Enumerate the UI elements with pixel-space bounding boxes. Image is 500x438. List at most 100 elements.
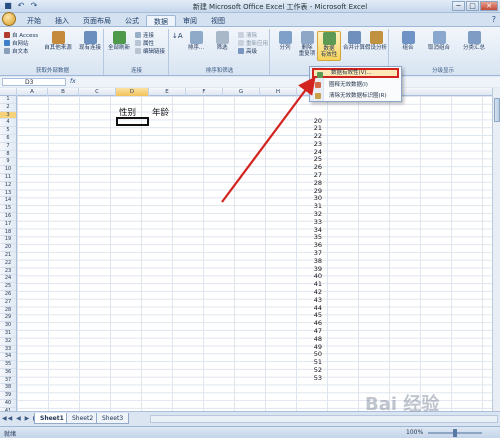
column-header[interactable]: E: [149, 88, 186, 96]
row-header[interactable]: 28: [0, 307, 16, 315]
column-header[interactable]: G: [223, 88, 260, 96]
row-header[interactable]: 22: [0, 260, 16, 268]
group-button[interactable]: 组合: [396, 31, 420, 51]
tab-review[interactable]: 审阅: [176, 15, 204, 26]
tab-formulas[interactable]: 公式: [118, 15, 146, 26]
row-header[interactable]: 4: [0, 119, 16, 128]
column-header-selected[interactable]: D: [116, 88, 149, 96]
active-cell-d3[interactable]: [116, 117, 149, 126]
sheet-tab-2[interactable]: Sheet2: [66, 413, 100, 424]
minimize-button[interactable]: ─: [452, 1, 465, 11]
tab-page-layout[interactable]: 页面布局: [76, 15, 118, 26]
sort-az-icon[interactable]: ↓A: [172, 32, 183, 40]
zoom-level[interactable]: 100%: [406, 429, 423, 436]
cell-grid[interactable]: [17, 96, 492, 411]
row-header[interactable]: 31: [0, 330, 16, 338]
row-header[interactable]: 39: [0, 392, 16, 401]
scroll-thumb[interactable]: [494, 98, 500, 122]
row-header[interactable]: 5: [0, 127, 16, 135]
row-header[interactable]: 29: [0, 314, 16, 323]
menu-item-circle-invalid[interactable]: 圈释无效数据(I): [312, 80, 399, 90]
clear-button[interactable]: 清除: [238, 31, 257, 39]
sort-button[interactable]: 排序...: [184, 31, 208, 51]
row-header[interactable]: 37: [0, 377, 16, 385]
column-header[interactable]: H: [260, 88, 297, 96]
horizontal-scrollbar[interactable]: [150, 415, 498, 423]
sheet-tab-1[interactable]: Sheet1: [34, 413, 70, 424]
row-header[interactable]: 40: [0, 400, 16, 408]
row-header[interactable]: 38: [0, 384, 16, 393]
row-header[interactable]: 11: [0, 174, 16, 182]
name-box[interactable]: D3: [2, 78, 66, 86]
tab-data[interactable]: 数据: [146, 15, 176, 26]
properties-button[interactable]: 属性: [135, 39, 154, 47]
row-header[interactable]: 25: [0, 283, 16, 291]
row-header[interactable]: 3: [0, 111, 16, 120]
zoom-knob[interactable]: [453, 429, 457, 437]
row-header[interactable]: 20: [0, 244, 16, 252]
help-icon[interactable]: ?: [492, 15, 496, 24]
row-header[interactable]: 36: [0, 369, 16, 377]
row-header[interactable]: 32: [0, 338, 16, 346]
sheet-tab-3[interactable]: Sheet3: [96, 413, 130, 424]
select-all-corner[interactable]: [0, 88, 17, 96]
close-button[interactable]: ✕: [480, 1, 498, 11]
row-header[interactable]: 34: [0, 353, 16, 362]
row-header[interactable]: 7: [0, 143, 16, 151]
reapply-button[interactable]: 重新应用: [238, 39, 268, 47]
row-header[interactable]: 12: [0, 182, 16, 190]
refresh-all-button[interactable]: 全部刷新: [107, 31, 131, 51]
row-header[interactable]: 17: [0, 221, 16, 229]
row-header[interactable]: 35: [0, 361, 16, 369]
row-header[interactable]: 6: [0, 135, 16, 143]
row-header[interactable]: 23: [0, 268, 16, 276]
cell-e2[interactable]: 年龄: [152, 106, 169, 118]
tab-home[interactable]: 开始: [20, 15, 48, 26]
existing-connections-button[interactable]: 现有连接: [78, 31, 102, 51]
from-access-button[interactable]: 自 Access: [4, 31, 38, 39]
advanced-button[interactable]: 高级: [238, 47, 257, 55]
row-header[interactable]: 33: [0, 346, 16, 354]
undo-icon[interactable]: ↶: [16, 1, 26, 11]
column-header[interactable]: F: [186, 88, 223, 96]
row-header[interactable]: 15: [0, 205, 16, 213]
column-header[interactable]: A: [17, 88, 48, 96]
row-header[interactable]: 26: [0, 291, 16, 299]
row-header[interactable]: 14: [0, 197, 16, 206]
from-text-button[interactable]: 自文本: [4, 47, 29, 55]
edit-links-button[interactable]: 编辑链接: [135, 47, 165, 55]
row-header[interactable]: 30: [0, 322, 16, 330]
cell-i-value[interactable]: 53: [296, 374, 322, 383]
row-header[interactable]: 2: [0, 104, 16, 112]
column-header[interactable]: C: [79, 88, 116, 96]
from-other-sources-button[interactable]: 自其他来源: [40, 31, 76, 51]
office-button[interactable]: [2, 12, 16, 26]
ungroup-button[interactable]: 取消组合: [424, 31, 454, 51]
subtotal-button[interactable]: 分类汇总: [458, 31, 490, 51]
filter-button[interactable]: 筛选: [210, 31, 234, 51]
zoom-slider[interactable]: [428, 429, 482, 437]
tab-view[interactable]: 视图: [204, 15, 232, 26]
data-validation-button[interactable]: 数据 有效性: [317, 31, 341, 61]
tab-insert[interactable]: 插入: [48, 15, 76, 26]
remove-duplicates-button[interactable]: 删除 重复项: [295, 31, 319, 57]
row-header[interactable]: 24: [0, 275, 16, 284]
row-header[interactable]: 19: [0, 236, 16, 245]
connections-button[interactable]: 连接: [135, 31, 154, 39]
consolidate-button[interactable]: 合并计算: [343, 31, 365, 51]
column-header[interactable]: B: [48, 88, 79, 96]
redo-icon[interactable]: ↷: [29, 1, 39, 11]
row-header[interactable]: 8: [0, 151, 16, 159]
maximize-button[interactable]: □: [466, 1, 479, 11]
row-header[interactable]: 18: [0, 229, 16, 237]
row-header[interactable]: 21: [0, 252, 16, 260]
from-web-button[interactable]: 自网站: [4, 39, 29, 47]
fx-icon[interactable]: fx: [70, 78, 76, 85]
vertical-scrollbar[interactable]: [492, 88, 500, 411]
worksheet[interactable]: A B C D E F G H I 1234567891011121314151…: [0, 88, 492, 411]
save-icon[interactable]: ■: [3, 1, 13, 11]
row-header[interactable]: 10: [0, 166, 16, 174]
row-header[interactable]: 13: [0, 190, 16, 198]
menu-item-data-validation[interactable]: 数据有效性(V)...: [312, 68, 399, 78]
what-if-analysis-button[interactable]: 假设分析: [365, 31, 387, 51]
